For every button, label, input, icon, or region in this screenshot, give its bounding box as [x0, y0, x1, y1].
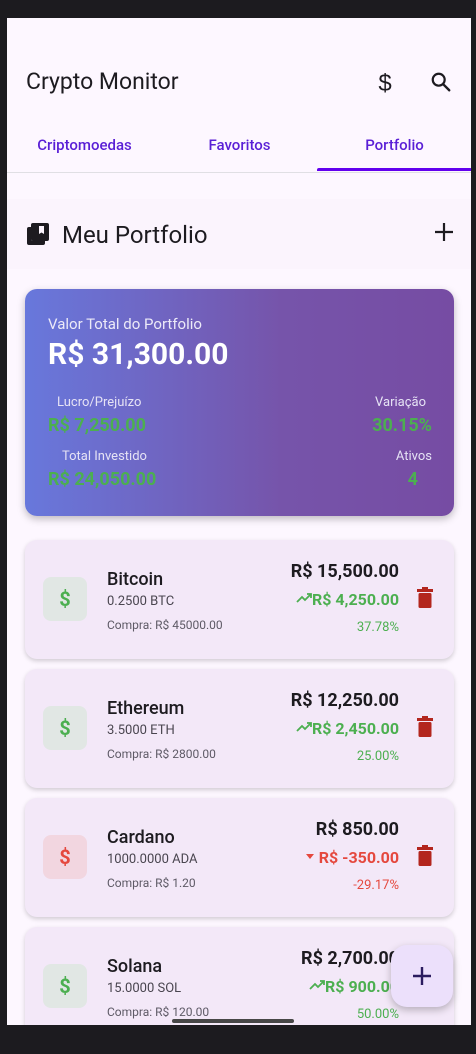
invested-label: Total Investido: [62, 449, 147, 464]
coin-profit-value: R$ 2,450.00: [311, 719, 399, 738]
gesture-nav-handle[interactable]: [172, 1019, 294, 1023]
coin-value: R$ 15,500.00: [290, 561, 399, 582]
app-screen: Crypto Monitor $ Criptomoedas Favoritos …: [7, 18, 471, 1025]
coin-dollar-icon: $: [43, 577, 87, 621]
search-icon: [431, 72, 451, 92]
coin-quantity: 15.0000 SOL: [107, 981, 182, 996]
trending-up-icon: [296, 722, 312, 732]
tab-favoritos[interactable]: Favoritos: [162, 126, 317, 172]
coin-buy-price: Compra: R$ 45000.00: [107, 618, 223, 632]
coin-profit-value: R$ 4,250.00: [311, 590, 399, 609]
coin-dollar-icon: $: [43, 964, 87, 1008]
trending-up-icon: [296, 593, 312, 603]
wallet-icon: [27, 223, 49, 245]
tab-portfolio[interactable]: Portfolio: [317, 126, 471, 172]
assets-label: Ativos: [395, 449, 432, 464]
top-app-bar: Crypto Monitor $: [7, 58, 471, 106]
coin-quantity: 0.2500 BTC: [107, 594, 175, 609]
coin-name: Solana: [107, 956, 163, 977]
trending-up-icon: [309, 980, 325, 990]
add-icon[interactable]: [433, 221, 455, 243]
coin-value: R$ 2,700.00: [301, 948, 399, 969]
trending-down-icon: [305, 854, 314, 859]
section-title: Meu Portfolio: [62, 221, 208, 249]
coin-name: Bitcoin: [107, 569, 164, 590]
coin-profit-value: R$ 900.00: [325, 977, 399, 996]
tab-criptomoedas[interactable]: Criptomoedas: [7, 126, 162, 172]
coin-value: R$ 850.00: [315, 819, 399, 840]
coin-percent: 25.00%: [356, 749, 399, 764]
coin-name: Ethereum: [107, 698, 185, 719]
holding-card-bitcoin[interactable]: $ Bitcoin 0.2500 BTC Compra: R$ 45000.00…: [25, 540, 454, 659]
profit-label: Lucro/Prejuízo: [57, 395, 142, 410]
coin-dollar-icon: $: [43, 835, 87, 879]
holding-card-ethereum[interactable]: $ Ethereum 3.5000 ETH Compra: R$ 2800.00…: [25, 669, 454, 788]
coin-profit: R$ 4,250.00: [296, 590, 399, 609]
search-button[interactable]: [421, 62, 461, 102]
add-holding-fab[interactable]: [391, 945, 453, 1007]
tab-bar: Criptomoedas Favoritos Portfolio: [7, 126, 471, 173]
portfolio-header: Meu Portfolio: [7, 199, 471, 269]
coin-dollar-icon: $: [43, 706, 87, 750]
add-icon: [413, 967, 431, 985]
holding-card-cardano[interactable]: $ Cardano 1000.0000 ADA Compra: R$ 1.20 …: [25, 798, 454, 917]
coin-buy-price: Compra: R$ 120.00: [107, 1005, 210, 1019]
coin-profit: R$ -350.00: [304, 848, 399, 867]
delete-icon[interactable]: [416, 587, 434, 609]
coin-profit-value: R$ -350.00: [318, 848, 399, 867]
coin-name: Cardano: [107, 827, 175, 848]
app-title: Crypto Monitor: [26, 68, 179, 95]
coin-profit: R$ 900.00: [309, 977, 399, 996]
coin-percent: -29.17%: [353, 878, 399, 893]
coin-percent: 37.78%: [356, 620, 399, 635]
tab-indicator: [317, 168, 471, 171]
profit-value: R$ 7,250.00: [48, 415, 146, 436]
total-label: Valor Total do Portfolio: [48, 315, 202, 333]
delete-icon[interactable]: [416, 716, 434, 738]
coin-quantity: 3.5000 ETH: [107, 723, 175, 738]
coin-percent: 50.00%: [356, 1007, 399, 1022]
dollar-icon: $: [378, 70, 391, 95]
svg-text:$: $: [378, 70, 391, 95]
coin-profit: R$ 2,450.00: [296, 719, 399, 738]
currency-button[interactable]: $: [365, 62, 405, 102]
holding-card-solana[interactable]: $ Solana 15.0000 SOL Compra: R$ 120.00 R…: [25, 927, 454, 1025]
coin-value: R$ 12,250.00: [290, 690, 399, 711]
delete-icon[interactable]: [416, 845, 434, 867]
variation-value: 30.15%: [372, 415, 432, 436]
portfolio-summary-card: Valor Total do Portfolio R$ 31,300.00 Lu…: [25, 289, 454, 516]
total-value: R$ 31,300.00: [48, 337, 229, 372]
coin-quantity: 1000.0000 ADA: [107, 852, 198, 867]
status-bar: [7, 18, 471, 40]
variation-label: Variação: [375, 395, 426, 410]
coin-buy-price: Compra: R$ 1.20: [107, 876, 196, 890]
invested-value: R$ 24,050.00: [48, 469, 157, 490]
assets-value: 4: [407, 469, 418, 490]
coin-buy-price: Compra: R$ 2800.00: [107, 747, 216, 761]
